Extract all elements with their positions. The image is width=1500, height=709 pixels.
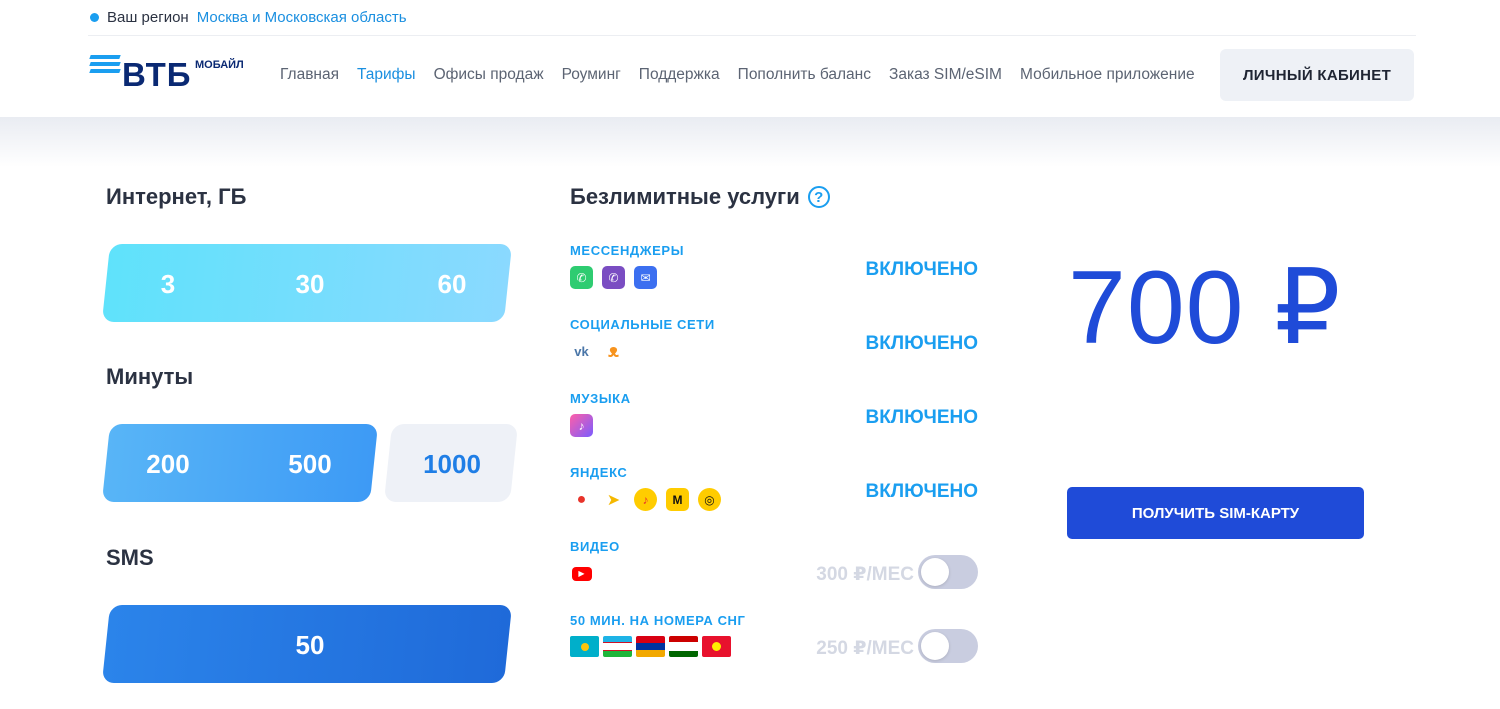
minutes-option-200[interactable]: 200 — [97, 449, 239, 480]
viber-icon: ✆ — [602, 266, 625, 289]
service-name: МУЗЫКА — [570, 391, 631, 406]
minutes-title: Минуты — [106, 364, 194, 389]
region-bar: Ваш регион Москва и Московская область — [88, 0, 1416, 36]
service-price: 250 ₽/МЕС — [816, 638, 914, 659]
uzbekistan-flag-icon — [603, 636, 632, 657]
service-messengers: МЕССЕНДЖЕРЫ ✆ ✆ ✉ ВКЛЮЧЕНО — [570, 243, 980, 303]
sms-options: 50 — [239, 630, 381, 661]
nav-item-top-up[interactable]: Пополнить баланс — [738, 66, 871, 84]
music-service-icon: ♪ — [570, 414, 593, 437]
personal-account-button[interactable]: ЛИЧНЫЙ КАБИНЕТ — [1220, 49, 1414, 101]
tariff-price: 700 ₽ — [1068, 250, 1342, 366]
nav-item-tariffs[interactable]: Тарифы — [357, 66, 416, 84]
yandex-maps-icon: ● — [570, 488, 593, 511]
service-price: 300 ₽/МЕС — [816, 564, 914, 585]
service-name: СОЦИАЛЬНЫЕ СЕТИ — [570, 317, 715, 332]
minutes-option-1000[interactable]: 1000 — [381, 449, 523, 480]
region-label: Ваш регион — [107, 9, 189, 26]
service-social: СОЦИАЛЬНЫЕ СЕТИ vk ᴥ ВКЛЮЧЕНО — [570, 317, 980, 377]
main-navbar: ВТБ МОБАЙЛ Главная Тарифы Офисы продаж Р… — [88, 37, 1416, 117]
service-music: МУЗЫКА ♪ ВКЛЮЧЕНО — [570, 391, 980, 451]
service-name: ЯНДЕКС — [570, 465, 628, 480]
odnoklassniki-icon: ᴥ — [602, 340, 625, 363]
service-status: ВКЛЮЧЕНО — [865, 333, 978, 354]
service-yandex: ЯНДЕКС ● ➤ ♪ M ◎ ВКЛЮЧЕНО — [570, 465, 980, 525]
nav-menu: Главная Тарифы Офисы продаж Роуминг Подд… — [280, 66, 1195, 84]
internet-options: 3 30 60 — [97, 269, 523, 300]
internet-option-3[interactable]: 3 — [97, 269, 239, 300]
get-sim-card-button[interactable]: ПОЛУЧИТЬ SIM-КАРТУ — [1067, 487, 1364, 539]
sms-option-50[interactable]: 50 — [239, 630, 381, 661]
armenia-flag-icon — [636, 636, 665, 657]
region-dot-icon — [90, 13, 99, 22]
unlimited-services-label: Безлимитные услуги — [570, 184, 800, 209]
service-name: ВИДЕО — [570, 539, 620, 554]
nav-item-mobile-app[interactable]: Мобильное приложение — [1020, 66, 1195, 84]
vk-icon: vk — [570, 340, 593, 363]
service-video: ВИДЕО ▶ 300 ₽/МЕС — [570, 539, 980, 599]
internet-option-30[interactable]: 30 — [239, 269, 381, 300]
service-status: ВКЛЮЧЕНО — [865, 407, 978, 428]
nav-item-roaming[interactable]: Роуминг — [562, 66, 621, 84]
unlimited-services-title: Безлимитные услуги ? — [570, 184, 830, 210]
yandex-zen-icon: ◎ — [698, 488, 721, 511]
internet-option-60[interactable]: 60 — [381, 269, 523, 300]
nav-item-home[interactable]: Главная — [280, 66, 339, 84]
service-cis-minutes: 50 МИН. НА НОМЕРА СНГ 250 ₽/МЕС — [570, 613, 980, 673]
service-name: 50 МИН. НА НОМЕРА СНГ — [570, 613, 746, 628]
yandex-market-icon: M — [666, 488, 689, 511]
sms-title: SMS — [106, 545, 154, 570]
service-status: ВКЛЮЧЕНО — [865, 259, 978, 280]
logo-text: ВТБ — [122, 56, 192, 93]
header-shadow — [0, 117, 1500, 167]
cis-minutes-toggle[interactable] — [918, 629, 978, 663]
service-name: МЕССЕНДЖЕРЫ — [570, 243, 685, 258]
video-toggle[interactable] — [918, 555, 978, 589]
service-status: ВКЛЮЧЕНО — [865, 481, 978, 502]
nav-item-offices[interactable]: Офисы продаж — [434, 66, 544, 84]
messenger-icon: ✉ — [634, 266, 657, 289]
logo-stripes-icon — [89, 55, 121, 75]
region-selector-link[interactable]: Москва и Московская область — [197, 9, 407, 26]
youtube-icon: ▶ — [570, 562, 593, 585]
minutes-options: 200 500 1000 — [97, 449, 523, 480]
vtb-mobile-logo[interactable]: ВТБ МОБАЙЛ — [88, 53, 258, 93]
whatsapp-icon: ✆ — [570, 266, 593, 289]
help-icon[interactable]: ? — [807, 186, 830, 208]
internet-title: Интернет, ГБ — [106, 184, 247, 209]
nav-item-support[interactable]: Поддержка — [639, 66, 720, 84]
kazakhstan-flag-icon — [570, 636, 599, 657]
logo-subtext: МОБАЙЛ — [195, 59, 244, 71]
minutes-option-500[interactable]: 500 — [239, 449, 381, 480]
nav-item-sim-order[interactable]: Заказ SIM/eSIM — [889, 66, 1002, 84]
yandex-music-icon: ♪ — [634, 488, 657, 511]
yandex-navigator-icon: ➤ — [602, 488, 625, 511]
kyrgyzstan-flag-icon — [702, 636, 731, 657]
tajikistan-flag-icon — [669, 636, 698, 657]
